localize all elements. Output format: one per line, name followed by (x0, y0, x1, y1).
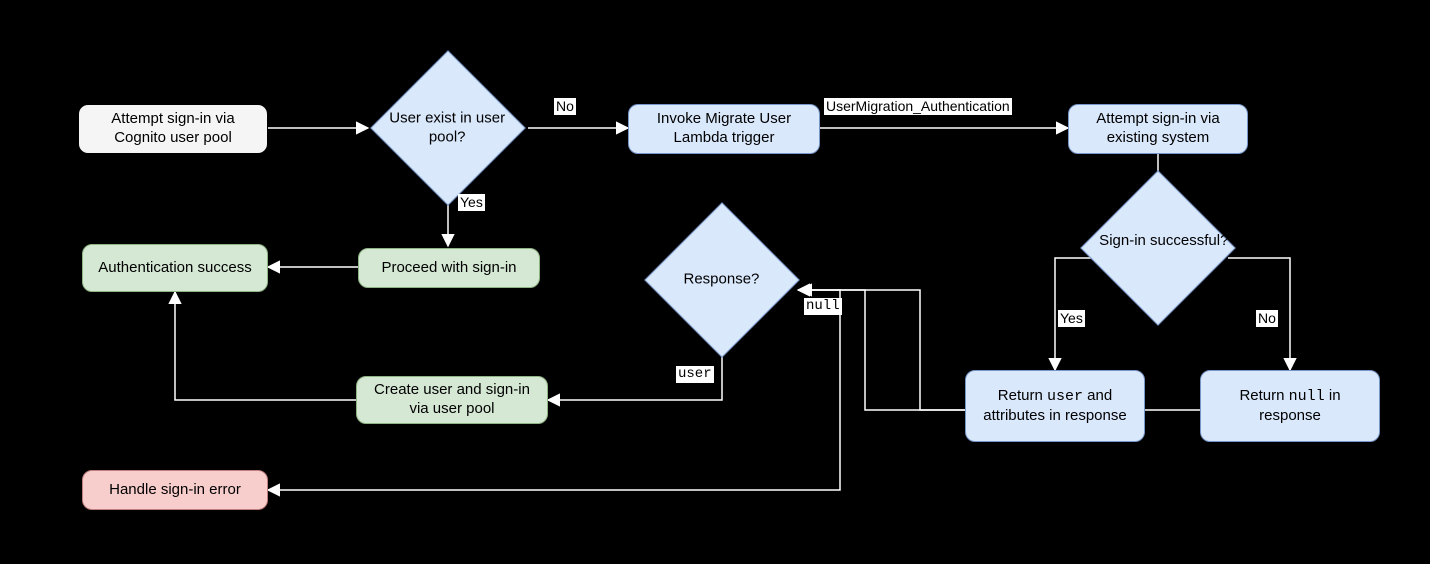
label: Response? (646, 271, 797, 290)
label: Create user and sign-in via user pool (365, 381, 539, 419)
edge-signin-yes: Yes (1058, 310, 1085, 327)
edge-signin-no: No (1256, 310, 1278, 327)
node-handle-error: Handle sign-in error (82, 470, 268, 510)
label: Attempt sign-in via existing system (1077, 110, 1239, 148)
edge-user-exist-yes: Yes (458, 194, 485, 211)
edge-trigger-event: UserMigration_Authentication (824, 98, 1012, 115)
node-response-decision: Response? (644, 202, 800, 358)
node-proceed-signin: Proceed with sign-in (358, 248, 540, 288)
label: User exist in user pool? (372, 110, 523, 148)
node-create-user: Create user and sign-in via user pool (356, 376, 548, 424)
edge-response-user: user (676, 366, 714, 383)
label: Proceed with sign-in (381, 259, 516, 278)
node-invoke-lambda: Invoke Migrate User Lambda trigger (628, 104, 820, 154)
node-auth-success: Authentication success (82, 244, 268, 292)
node-signin-successful-decision: Sign-in successful? (1080, 170, 1236, 326)
node-return-null: Return null in response (1200, 370, 1380, 442)
label: Return null in response (1209, 387, 1371, 426)
label: Attempt sign-in via Cognito user pool (87, 110, 259, 148)
label: Authentication success (98, 259, 251, 278)
label: Invoke Migrate User Lambda trigger (637, 110, 811, 148)
node-user-exist-decision: User exist in user pool? (370, 50, 526, 206)
node-attempt-cognito: Attempt sign-in via Cognito user pool (78, 104, 268, 154)
label: Sign-in successful? (1089, 233, 1240, 252)
edge-user-exist-no: No (554, 98, 576, 115)
label: Return user and attributes in response (974, 387, 1136, 426)
edge-response-null: null (804, 298, 842, 315)
node-return-user: Return user and attributes in response (965, 370, 1145, 442)
node-attempt-existing: Attempt sign-in via existing system (1068, 104, 1248, 154)
label: Handle sign-in error (109, 481, 241, 500)
